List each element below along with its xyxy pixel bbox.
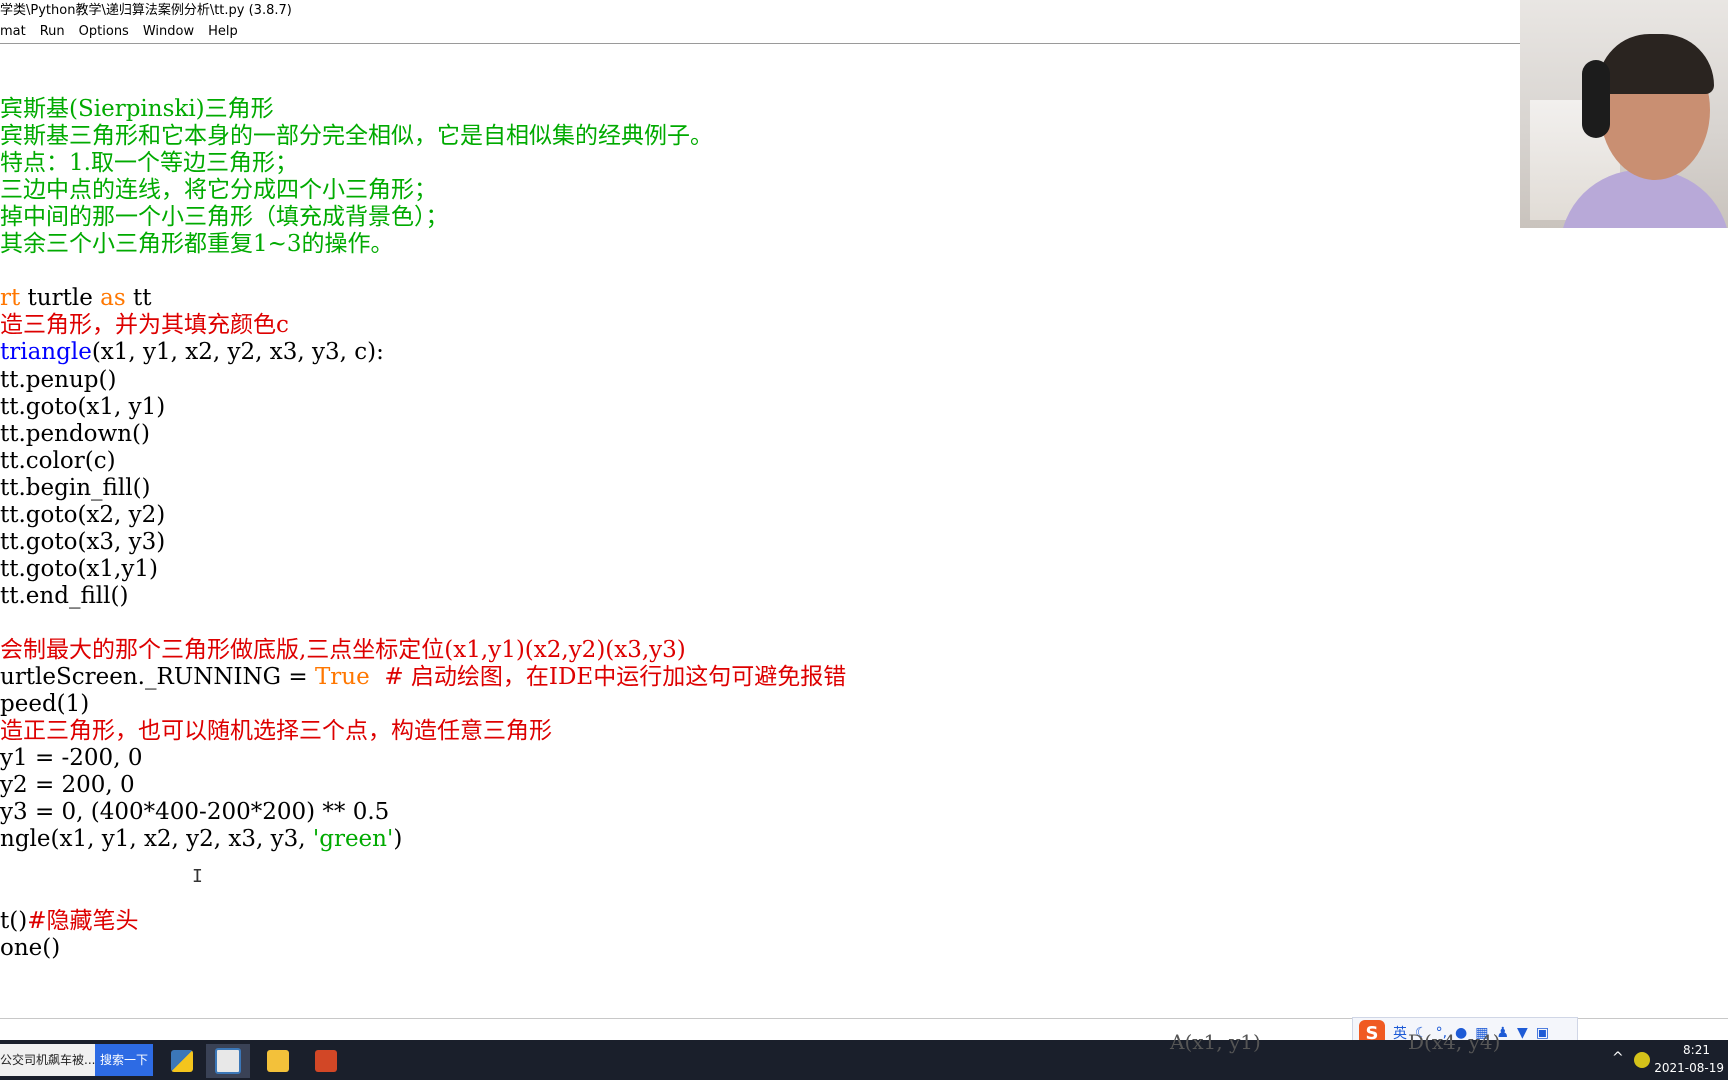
code-token: 宾斯基(Sierpinski)三角形 bbox=[0, 96, 274, 122]
code-line[interactable]: 会制最大的那个三角形做底版,三点坐标定位(x1,y1)(x2,y2)(x3,y3… bbox=[0, 637, 686, 664]
code-token: tt.goto(x2, y2) bbox=[0, 501, 166, 528]
tray-status-icon[interactable] bbox=[1634, 1052, 1650, 1068]
code-token: ngle(x1, y1, x2, y2, x3, y3, bbox=[0, 826, 313, 853]
search-button[interactable]: 搜索一下 bbox=[95, 1044, 153, 1076]
code-token: ) bbox=[393, 826, 403, 853]
code-token: as bbox=[100, 285, 126, 312]
code-line[interactable]: tt.begin_fill() bbox=[0, 475, 151, 502]
code-token: tt.color(c) bbox=[0, 447, 116, 474]
code-line[interactable]: tt.goto(x3, y3) bbox=[0, 529, 165, 556]
code-line[interactable]: tt.pendown() bbox=[0, 421, 150, 448]
code-token: 掉中间的那一个小三角形（填充成背景色）； bbox=[0, 204, 449, 231]
menu-options[interactable]: Options bbox=[79, 22, 129, 42]
code-token: tt.goto(x1,y1) bbox=[0, 555, 158, 582]
code-token: one() bbox=[0, 934, 61, 961]
code-line[interactable]: ngle(x1, y1, x2, y2, x3, y3, 'green') bbox=[0, 826, 402, 853]
code-token: turtle bbox=[20, 285, 101, 312]
code-token: tt.end_fill() bbox=[0, 582, 129, 609]
code-line[interactable]: 三边中点的连线，将它分成四个小三角形； bbox=[0, 177, 437, 204]
background-window-label: D(x4, y4) bbox=[1408, 1030, 1501, 1054]
code-token: 造三角形，并为其填充颜色c bbox=[0, 312, 289, 339]
chevron-up-icon[interactable]: ^ bbox=[1612, 1050, 1624, 1066]
code-line[interactable]: triangle(x1, y1, x2, y2, x3, y3, c): bbox=[0, 339, 384, 366]
taskbar-app-python-icon[interactable] bbox=[160, 1044, 204, 1078]
code-token: tt bbox=[125, 285, 152, 312]
code-editor[interactable]: 宾斯基(Sierpinski)三角形 宾斯基三角形和它本身的一部分完全相似，它是自… bbox=[0, 44, 1728, 1019]
code-token: True bbox=[314, 664, 370, 691]
text-cursor-icon: I bbox=[192, 866, 203, 887]
code-token: tt.penup() bbox=[0, 366, 117, 393]
code-line[interactable]: tt.penup() bbox=[0, 367, 116, 394]
code-line[interactable]: 特点：1.取一个等边三角形； bbox=[0, 150, 298, 177]
taskbar-app-explorer-icon[interactable] bbox=[256, 1044, 300, 1078]
window-title: 学类\Python教学\递归算法案例分析\tt.py (3.8.7) bbox=[0, 0, 1520, 22]
code-line[interactable]: t()#隐藏笔头 bbox=[0, 908, 138, 935]
clock-time[interactable]: 8:21 bbox=[1683, 1043, 1710, 1057]
code-token: y2 = 200, 0 bbox=[0, 772, 135, 799]
code-token: tt.pendown() bbox=[0, 420, 150, 447]
skin-icon[interactable]: ▼ bbox=[1517, 1025, 1528, 1041]
code-token: t() bbox=[0, 907, 28, 934]
code-token: 会制最大的那个三角形做底版,三点坐标定位(x1,y1)(x2,y2)(x3,y3… bbox=[0, 637, 686, 663]
code-line[interactable]: tt.goto(x2, y2) bbox=[0, 502, 165, 529]
code-line[interactable]: peed(1) bbox=[0, 691, 89, 718]
code-token: y3 = 0, (400*400-200*200) ** 0.5 bbox=[0, 799, 390, 826]
code-token: y1 = -200, 0 bbox=[0, 745, 143, 772]
menu-bar: mat Run Options Window Help bbox=[0, 22, 1520, 42]
background-window-label: A(x1, y1) bbox=[1170, 1030, 1261, 1054]
webcam-overlay bbox=[1520, 0, 1728, 228]
code-line[interactable]: 其余三个小三角形都重复1~3的操作。 bbox=[0, 231, 394, 258]
news-widget[interactable]: 公交司机飙车被... bbox=[0, 1044, 95, 1076]
code-token: 造正三角形，也可以随机选择三个点，构造任意三角形 bbox=[0, 718, 552, 745]
code-line[interactable]: 宾斯基(Sierpinski)三角形 bbox=[0, 96, 274, 123]
code-line[interactable]: 宾斯基三角形和它本身的一部分完全相似，它是自相似集的经典例子。 bbox=[0, 123, 713, 150]
code-token: 特点：1.取一个等边三角形； bbox=[0, 150, 298, 177]
code-line[interactable]: 造三角形，并为其填充颜色c bbox=[0, 312, 289, 339]
code-token: tt.begin_fill() bbox=[0, 474, 151, 501]
menu-format[interactable]: mat bbox=[0, 22, 26, 42]
code-line[interactable]: urtleScreen._RUNNING = True # 启动绘图，在IDE中… bbox=[0, 664, 846, 691]
menu-run[interactable]: Run bbox=[40, 22, 65, 42]
presenter-hair bbox=[1598, 34, 1714, 94]
code-line[interactable]: tt.color(c) bbox=[0, 448, 116, 475]
grid-menu-icon[interactable]: ▣ bbox=[1536, 1025, 1549, 1041]
code-line[interactable]: tt.end_fill() bbox=[0, 583, 128, 610]
code-token: 宾斯基三角形和它本身的一部分完全相似，它是自相似集的经典例子。 bbox=[0, 123, 713, 150]
code-line[interactable]: y1 = -200, 0 bbox=[0, 745, 142, 772]
code-line[interactable]: tt.goto(x1, y1) bbox=[0, 394, 165, 421]
menu-window[interactable]: Window bbox=[143, 22, 194, 42]
code-line[interactable]: y3 = 0, (400*400-200*200) ** 0.5 bbox=[0, 799, 389, 826]
code-token: #隐藏笔头 bbox=[27, 907, 139, 934]
code-token: rt bbox=[0, 285, 21, 312]
system-tray: ^ 8:21 2021-08-19 bbox=[1600, 1040, 1728, 1080]
taskbar-app-powerpoint-icon[interactable] bbox=[304, 1044, 348, 1078]
code-line[interactable]: rt turtle as tt bbox=[0, 285, 151, 312]
code-token: 其余三个小三角形都重复1~3的操作。 bbox=[0, 231, 394, 258]
code-token: 三边中点的连线，将它分成四个小三角形； bbox=[0, 177, 437, 204]
code-token: tt.goto(x3, y3) bbox=[0, 528, 166, 555]
taskbar-app-idle-icon[interactable] bbox=[206, 1044, 250, 1078]
code-token: (x1, y1, x2, y2, x3, y3, c): bbox=[91, 339, 384, 366]
code-token: peed(1) bbox=[0, 691, 90, 718]
menu-help[interactable]: Help bbox=[208, 22, 238, 42]
code-line[interactable]: y2 = 200, 0 bbox=[0, 772, 135, 799]
code-line[interactable]: 掉中间的那一个小三角形（填充成背景色）； bbox=[0, 204, 449, 231]
headphone-icon bbox=[1582, 60, 1610, 138]
code-token: urtleScreen._RUNNING = bbox=[0, 664, 315, 691]
code-token: triangle bbox=[0, 339, 92, 366]
code-line[interactable]: one() bbox=[0, 935, 60, 962]
code-token: # 启动绘图，在IDE中运行加这句可避免报错 bbox=[369, 664, 847, 691]
code-line[interactable]: 造正三角形，也可以随机选择三个点，构造任意三角形 bbox=[0, 718, 552, 745]
clock-date[interactable]: 2021-08-19 bbox=[1654, 1061, 1724, 1075]
code-token: 'green' bbox=[312, 826, 394, 853]
code-token: tt.goto(x1, y1) bbox=[0, 393, 166, 420]
code-line[interactable]: tt.goto(x1,y1) bbox=[0, 556, 158, 583]
